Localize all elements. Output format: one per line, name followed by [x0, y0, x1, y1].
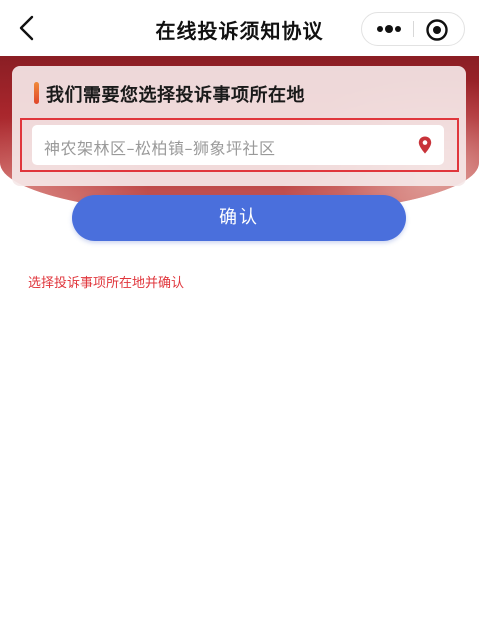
- capsule-divider: [413, 21, 414, 37]
- mini-program-capsule: [361, 12, 465, 46]
- card-title: 我们需要您选择投诉事项所在地: [46, 85, 305, 106]
- confirm-button[interactable]: 确认: [72, 195, 406, 241]
- location-pin-icon: [418, 136, 432, 154]
- location-card: 我们需要您选择投诉事项所在地 神农架林区–松柏镇–狮象坪社区: [12, 66, 466, 186]
- target-close-icon: [426, 19, 448, 41]
- more-button[interactable]: [370, 17, 408, 41]
- location-value: 神农架林区–松柏镇–狮象坪社区: [44, 139, 276, 158]
- location-select-field[interactable]: 神农架林区–松柏镇–狮象坪社区: [32, 125, 444, 165]
- instruction-text: 选择投诉事项所在地并确认: [28, 276, 185, 291]
- more-dots-icon: [377, 25, 401, 33]
- complaint-location-page: 在线投诉须知协议 我们需要您选择投诉事项所在地 神农架林区–松柏镇–狮象坪社区 …: [0, 0, 479, 625]
- navigation-bar: 在线投诉须知协议: [0, 0, 479, 56]
- close-mini-program-button[interactable]: [424, 17, 450, 43]
- title-accent-bar: [34, 82, 39, 104]
